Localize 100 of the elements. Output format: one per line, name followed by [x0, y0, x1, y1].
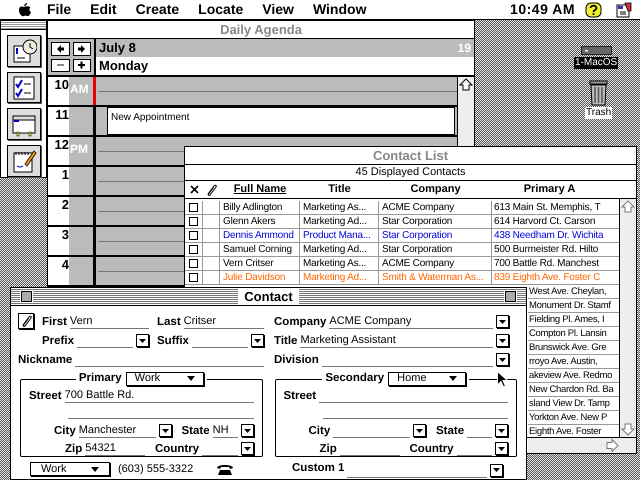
address-type-popup[interactable]: Work — [126, 372, 204, 386]
checkbox[interactable] — [189, 273, 198, 282]
input-field[interactable]: 700 Battle Rd. — [64, 389, 254, 403]
table-cell: New Chardon Rd. Ba — [529, 384, 614, 395]
dropdown-button[interactable] — [240, 424, 254, 437]
scroll-up-arrow-icon[interactable] — [458, 77, 474, 93]
scroll-down-arrow-icon[interactable] — [620, 421, 636, 437]
hour-label: 11 — [55, 107, 69, 124]
field-label: State — [436, 424, 464, 438]
right-arrow-icon — [76, 44, 88, 54]
checkbox[interactable] — [189, 245, 198, 254]
scroll-right-arrow-icon[interactable] — [604, 438, 620, 453]
checkbox[interactable] — [189, 231, 198, 240]
input-field[interactable]: Critser — [184, 315, 264, 329]
dropdown-button[interactable] — [413, 424, 426, 437]
contact-row[interactable]: Vern Critser Marketing As... ACME Company 700 Battle Rd. Manchest — [185, 257, 619, 271]
address-type-popup[interactable]: Home — [388, 372, 466, 386]
telephone-icon[interactable] — [216, 462, 234, 476]
caret-down-icon — [499, 320, 506, 324]
table-cell: Julie Davidson — [223, 272, 286, 283]
field-label: Custom 1 — [292, 461, 344, 476]
zoom-out-button[interactable] — [51, 58, 70, 72]
column-header[interactable]: Primary A — [524, 181, 576, 198]
field-label: Country — [410, 442, 454, 456]
window-title: Contact List — [372, 147, 448, 165]
icon-label[interactable]: 1-MacOS — [574, 57, 618, 69]
attach-button[interactable] — [18, 313, 34, 329]
column-header[interactable]: Full Name — [234, 181, 286, 198]
column-header[interactable]: Company — [410, 181, 461, 198]
input-field[interactable]: NH — [212, 424, 238, 438]
contact-row[interactable]: Samuel Corning Marketing Ad... Star Corporation 500 Burmeister Rd. Hilto — [185, 243, 619, 257]
menu-title[interactable]: Edit — [89, 0, 118, 20]
dropdown-button[interactable] — [240, 442, 254, 455]
caret-down-icon — [91, 466, 99, 472]
column-header[interactable]: Title — [328, 181, 351, 198]
table-cell: ACME Company — [382, 258, 454, 269]
apple-icon[interactable] — [18, 2, 32, 17]
menu-title[interactable]: File — [46, 0, 72, 20]
dropdown-button[interactable] — [495, 424, 508, 437]
input-field[interactable]: ACME Company — [329, 315, 493, 329]
contact-row[interactable]: Dennis Ammond Product Mana... Star Corporation 438 Needham Dr. Wichita — [185, 229, 619, 243]
application-icon[interactable] — [616, 2, 632, 18]
hour-label: 12 — [54, 137, 69, 154]
field-label: Zip — [320, 442, 337, 456]
dropdown-button[interactable] — [251, 334, 264, 347]
menu-title[interactable]: Create — [134, 0, 180, 20]
dropdown-button[interactable] — [496, 334, 509, 347]
tool-button[interactable] — [6, 145, 40, 177]
checkbox[interactable] — [189, 203, 198, 212]
close-box[interactable] — [21, 291, 32, 302]
previous-day-button[interactable] — [51, 42, 70, 56]
field-label: Prefix — [42, 334, 74, 348]
menu-title[interactable]: Window — [312, 0, 368, 20]
caret-down-icon — [186, 376, 195, 382]
checkbox[interactable] — [189, 259, 198, 268]
field-label: Company — [274, 315, 326, 329]
hour-label: 3 — [62, 227, 69, 244]
table-cell: Marketing Ad... — [303, 216, 367, 227]
contact-row[interactable]: Billy Adlington Marketing As... ACME Company 613 Main St. Memphis, T — [185, 201, 619, 215]
next-day-button[interactable] — [72, 42, 91, 56]
table-cell: 500 Burmeister Rd. Hilto — [494, 244, 598, 255]
clock[interactable]: 10:49 AM — [510, 0, 575, 20]
table-cell: 839 Eighth Ave. Foster C — [494, 272, 600, 283]
dropdown-button[interactable] — [495, 442, 508, 455]
dropdown-button[interactable] — [136, 334, 149, 347]
hour-label: 1 — [62, 167, 69, 184]
table-cell: ACME Company — [382, 202, 454, 213]
contact-row[interactable]: Glenn Akers Marketing Ad... Star Corporation 614 Harvord Ct. Carson — [185, 215, 619, 229]
input-field[interactable]: Vern — [70, 315, 149, 329]
field-label: Suffix — [157, 334, 189, 348]
delete-mark-icon — [190, 185, 198, 194]
input-field[interactable]: 54321 — [85, 442, 145, 456]
tool-button[interactable] — [6, 72, 40, 104]
icon-label[interactable]: Trash — [585, 107, 612, 119]
checklist-icon — [10, 74, 36, 101]
input-field[interactable]: Marketing Assistant — [300, 334, 493, 348]
tool-button[interactable] — [6, 34, 40, 67]
trash-icon[interactable] — [588, 80, 610, 106]
phone-type-popup[interactable]: Work — [30, 462, 110, 476]
dropdown-button[interactable] — [490, 464, 503, 477]
menu-title[interactable]: Locate — [197, 0, 244, 20]
calendar-clock-icon — [10, 38, 36, 64]
help-icon[interactable] — [585, 2, 602, 18]
menu-title[interactable]: View — [261, 0, 295, 20]
checkbox[interactable] — [189, 217, 198, 226]
scroll-bar[interactable] — [457, 77, 474, 146]
dropdown-button[interactable] — [158, 424, 172, 437]
caret-down-icon — [499, 358, 506, 362]
input-field[interactable]: Manchester — [78, 424, 156, 438]
tool-button[interactable] — [6, 108, 40, 140]
vertical-scroll-bar[interactable] — [619, 199, 636, 437]
group-label: Secondary — [325, 371, 384, 386]
caret-down-icon — [498, 428, 505, 432]
dropdown-button[interactable] — [496, 353, 509, 366]
dropdown-button[interactable] — [496, 315, 509, 328]
caret-down-icon — [139, 338, 146, 342]
field-label: Country — [155, 442, 200, 456]
zoom-box[interactable] — [505, 291, 516, 302]
zoom-in-button[interactable] — [72, 58, 91, 72]
horizontal-scroll-bar[interactable] — [528, 438, 636, 453]
